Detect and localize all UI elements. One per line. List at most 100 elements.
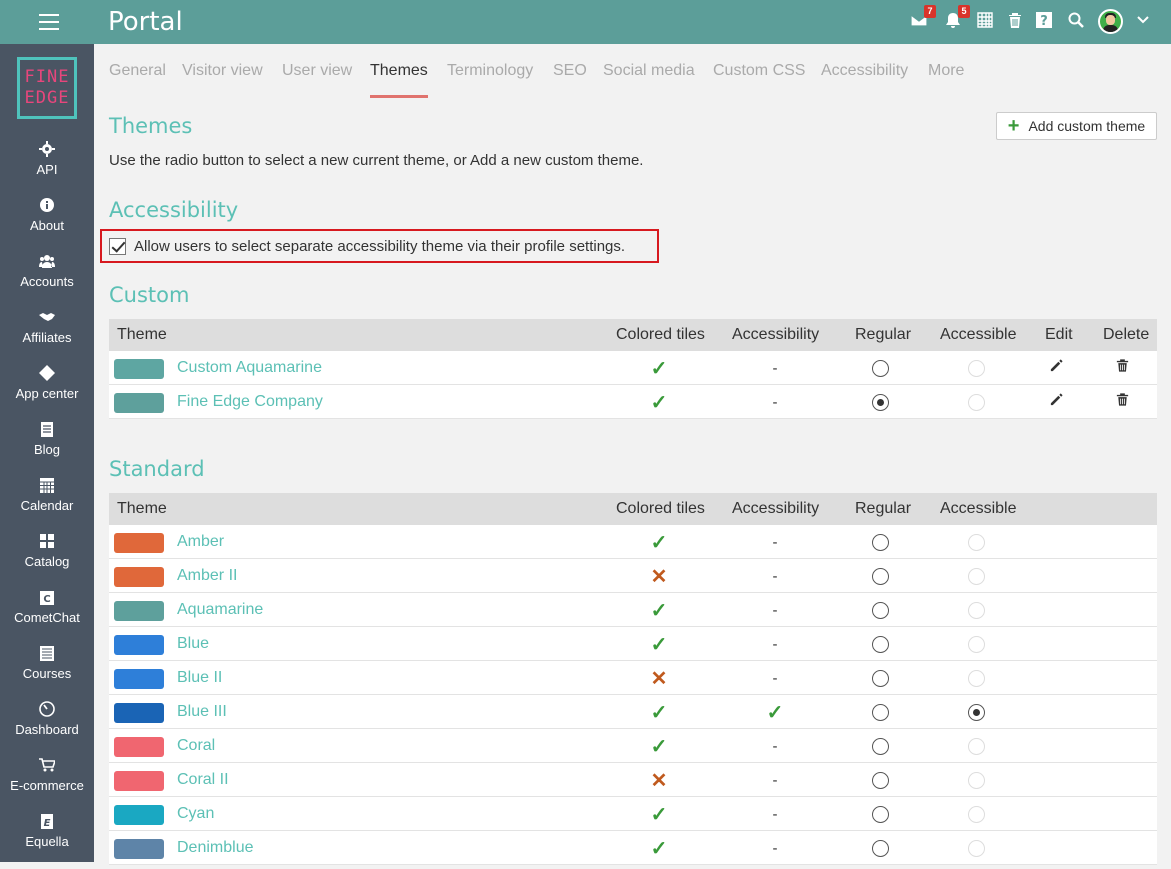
trash-icon[interactable] (1115, 392, 1130, 412)
courses-icon (39, 645, 55, 661)
accessibility-value: - (772, 359, 778, 377)
accessible-radio[interactable] (967, 533, 985, 551)
tab-social-media[interactable]: Social media (603, 62, 695, 98)
col-theme: Theme (117, 500, 167, 517)
regular-radio[interactable] (871, 669, 889, 687)
sidebar-item-blog[interactable]: Blog (0, 421, 94, 477)
regular-radio[interactable] (871, 533, 889, 551)
sidebar-item-cometchat[interactable]: C CometChat (0, 589, 94, 645)
regular-radio[interactable] (871, 567, 889, 585)
tab-terminology[interactable]: Terminology (447, 62, 533, 98)
accessible-cell (915, 593, 1037, 627)
trash-icon[interactable] (1006, 11, 1026, 33)
tab-user-view[interactable]: User view (282, 62, 352, 98)
regular-radio[interactable] (871, 805, 889, 823)
accessible-cell (915, 351, 1037, 385)
themes-heading: Themes (109, 114, 193, 138)
accessible-radio[interactable] (967, 635, 985, 653)
tab-themes[interactable]: Themes (370, 62, 428, 98)
tab-general[interactable]: General (109, 62, 166, 98)
help-icon[interactable]: ? (1035, 11, 1055, 33)
cart-icon (39, 757, 57, 773)
tab-custom-css[interactable]: Custom CSS (713, 62, 805, 98)
avatar[interactable] (1098, 9, 1123, 34)
sidebar-item-accounts[interactable]: Accounts (0, 253, 94, 309)
accessible-radio[interactable] (967, 805, 985, 823)
theme-name-link[interactable]: Blue (177, 635, 209, 653)
sidebar-item-api[interactable]: API (0, 141, 94, 197)
mail-badge: 7 (924, 5, 936, 18)
sidebar-item-label: Calendar (20, 498, 74, 513)
accessibility-theme-checkbox-label[interactable]: Allow users to select separate accessibi… (134, 238, 625, 255)
accessible-radio[interactable] (967, 393, 985, 411)
sidebar-item-catalog[interactable]: Catalog (0, 533, 94, 589)
sidebar-item-calendar[interactable]: Calendar (0, 477, 94, 533)
accessible-radio[interactable] (967, 601, 985, 619)
accessible-cell (915, 627, 1037, 661)
table-header: Theme Colored tiles Accessibility Regula… (109, 319, 1157, 351)
search-icon[interactable] (1067, 11, 1087, 33)
hamburger-icon[interactable] (39, 14, 59, 30)
sidebar-item-e-commerce[interactable]: E-commerce (0, 757, 94, 813)
accessible-radio[interactable] (967, 771, 985, 789)
accessible-radio[interactable] (967, 737, 985, 755)
theme-name-link[interactable]: Blue II (177, 669, 222, 687)
tab-seo[interactable]: SEO (553, 62, 587, 98)
check-icon: ✓ (650, 357, 668, 380)
sidebar-item-label: CometChat (14, 610, 80, 625)
regular-radio[interactable] (871, 601, 889, 619)
theme-name-link[interactable]: Fine Edge Company (177, 393, 323, 411)
col-edit: Edit (1045, 326, 1073, 343)
accessible-radio[interactable] (967, 669, 985, 687)
bell-icon[interactable]: 5 (944, 5, 970, 33)
trash-icon[interactable] (1115, 358, 1130, 378)
delete-cell (1097, 385, 1147, 419)
theme-name-link[interactable]: Amber II (177, 567, 237, 585)
theme-color-swatch (114, 703, 164, 723)
info-icon (39, 197, 55, 213)
sidebar-item-app-center[interactable]: App center (0, 365, 94, 421)
tab-visitor-view[interactable]: Visitor view (182, 62, 263, 98)
regular-radio[interactable] (871, 359, 889, 377)
accessibility-theme-checkbox[interactable] (109, 237, 126, 255)
regular-radio[interactable] (871, 703, 889, 721)
regular-radio[interactable] (871, 839, 889, 857)
tab-more[interactable]: More (928, 62, 964, 98)
theme-name-link[interactable]: Custom Aquamarine (177, 359, 322, 377)
calendar-grid-icon[interactable] (976, 11, 996, 33)
sidebar-item-label: Equella (25, 834, 69, 849)
pencil-icon[interactable] (1049, 358, 1064, 378)
theme-name-link[interactable]: Blue III (177, 703, 227, 721)
table-row: Blue ✓ - (109, 627, 1157, 661)
regular-radio[interactable] (871, 635, 889, 653)
theme-name-link[interactable]: Denimblue (177, 839, 253, 857)
regular-radio[interactable] (871, 737, 889, 755)
tab-accessibility[interactable]: Accessibility (821, 62, 908, 98)
delete-cell (1097, 351, 1147, 385)
table-row: Fine Edge Company ✓ - (109, 385, 1157, 419)
regular-radio[interactable] (871, 393, 889, 411)
add-custom-theme-button[interactable]: + Add custom theme (996, 112, 1157, 140)
sidebar-item-affiliates[interactable]: Affiliates (0, 309, 94, 365)
theme-name-link[interactable]: Aquamarine (177, 601, 263, 619)
accessible-radio[interactable] (967, 703, 985, 721)
table-row: Amber ✓ - (109, 525, 1157, 559)
theme-name-link[interactable]: Coral II (177, 771, 229, 789)
fine-edge-logo[interactable]: FINE EDGE (17, 57, 77, 119)
regular-radio[interactable] (871, 771, 889, 789)
chevron-down-icon[interactable] (1136, 13, 1150, 27)
accessible-radio[interactable] (967, 359, 985, 377)
pencil-icon[interactable] (1049, 392, 1064, 412)
sidebar-item-courses[interactable]: Courses (0, 645, 94, 701)
accessible-radio[interactable] (967, 839, 985, 857)
theme-name-link[interactable]: Coral (177, 737, 215, 755)
accessible-radio[interactable] (967, 567, 985, 585)
sidebar-item-about[interactable]: About (0, 197, 94, 253)
sidebar-item-dashboard[interactable]: Dashboard (0, 701, 94, 757)
theme-name-link[interactable]: Amber (177, 533, 224, 551)
theme-name-link[interactable]: Cyan (177, 805, 214, 823)
accessibility-value: - (772, 669, 778, 687)
theme-color-swatch (114, 393, 164, 413)
sidebar-item-equella[interactable]: E Equella (0, 813, 94, 869)
mail-icon[interactable]: 7 (910, 5, 936, 33)
